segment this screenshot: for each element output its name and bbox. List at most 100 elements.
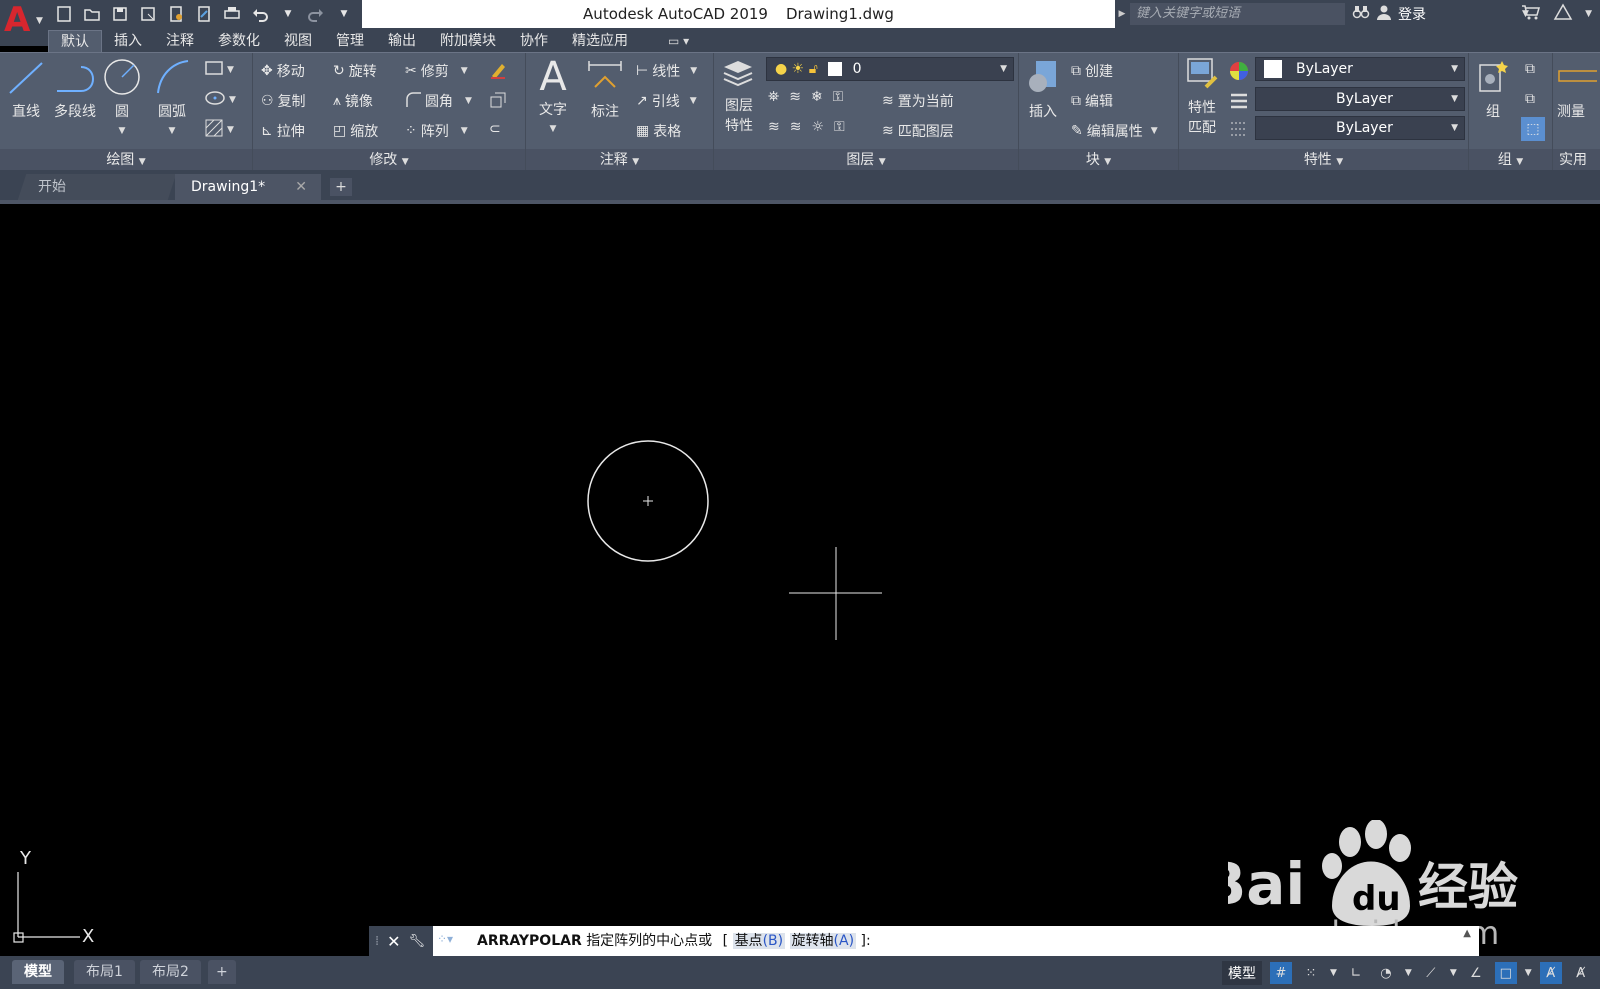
annotation-visibility-icon[interactable]: Ⱥ	[1570, 962, 1592, 984]
tab-collaborate[interactable]: 协作	[508, 30, 560, 52]
layout-tab-2[interactable]: 布局2	[140, 960, 201, 984]
search-input[interactable]: 键入关键字或短语	[1130, 3, 1345, 25]
color-wheel-icon[interactable]	[1229, 61, 1249, 81]
rectangle-dropdown-icon[interactable]: ▼	[227, 65, 234, 75]
new-tab-button[interactable]: +	[330, 178, 352, 196]
lineweight-dropdown[interactable]: ByLayer ▼	[1255, 87, 1465, 111]
grip-handle-icon[interactable]: ⁞	[375, 934, 379, 949]
undo-dropdown-icon[interactable]: ▼	[276, 3, 300, 25]
arc-dropdown-icon[interactable]: ▼	[169, 126, 176, 136]
line-button[interactable]: 直线	[4, 57, 48, 121]
customize-wrench-icon[interactable]: 🔧︎	[409, 934, 426, 949]
table-button[interactable]: ▦ 表格	[636, 121, 681, 141]
close-command-icon[interactable]: ✕	[387, 932, 400, 951]
leader-button[interactable]: ↗ 引线 ▼	[636, 91, 697, 111]
tab-manage[interactable]: 管理	[324, 30, 376, 52]
expand-search-icon[interactable]: ▶	[1115, 0, 1129, 28]
ellipse-tool[interactable]: ▼	[205, 91, 236, 109]
edit-attributes-button[interactable]: ✎ 编辑属性 ▼	[1071, 121, 1158, 141]
create-block-button[interactable]: ⧉ 创建	[1071, 61, 1113, 81]
hatch-dropdown-icon[interactable]: ▼	[227, 125, 234, 135]
polar-tracking-icon[interactable]: ◔	[1375, 962, 1397, 984]
mirror-button[interactable]: ⩚ 镜像	[333, 91, 373, 111]
isodraft-dropdown-icon[interactable]: ▼	[1450, 968, 1457, 978]
autodesk-360-icon[interactable]	[1553, 3, 1573, 25]
color-dropdown[interactable]: ByLayer ▼	[1255, 57, 1465, 81]
linetype-dropdown[interactable]: ByLayer ▼	[1255, 116, 1465, 140]
edit-attributes-dropdown-icon[interactable]: ▼	[1151, 126, 1158, 136]
rotate-button[interactable]: ↻ 旋转	[333, 61, 377, 81]
ribbon-display-toggle-icon[interactable]: ▭ ▾	[668, 30, 689, 52]
redo-icon[interactable]	[304, 3, 328, 25]
sign-in[interactable]: 登录 ▼	[1352, 0, 1529, 28]
annotation-scale-icon[interactable]: Ⱥ	[1539, 962, 1562, 984]
fillet-dropdown-icon[interactable]: ▼	[465, 96, 472, 106]
ellipse-dropdown-icon[interactable]: ▼	[229, 95, 236, 105]
plot-icon[interactable]	[220, 3, 244, 25]
layer-thaw-icon[interactable]: ☼	[811, 119, 824, 135]
leader-dropdown-icon[interactable]: ▼	[690, 96, 697, 106]
tab-view[interactable]: 视图	[272, 30, 324, 52]
array-button[interactable]: ⁘ 阵列 ▼	[405, 121, 468, 141]
new-file-icon[interactable]	[52, 3, 76, 25]
binoculars-icon[interactable]	[1352, 4, 1370, 24]
open-from-web-icon[interactable]	[164, 3, 188, 25]
application-menu-button[interactable]: A ▼	[0, 0, 48, 46]
insert-button[interactable]: 插入	[1023, 57, 1063, 121]
explode-button[interactable]	[489, 91, 507, 113]
cart-icon[interactable]	[1521, 3, 1541, 25]
help-dropdown-icon[interactable]: ▼	[1585, 9, 1592, 19]
scale-button[interactable]: ◰ 缩放	[333, 121, 378, 141]
layer-freeze-icon[interactable]: ❄	[811, 89, 823, 105]
object-snap-icon[interactable]: □	[1494, 962, 1517, 984]
snap-icon[interactable]: ⁙	[1300, 962, 1322, 984]
dimension-button[interactable]: 标注	[582, 57, 628, 121]
copy-button[interactable]: ⚇ 复制	[261, 91, 306, 111]
option-base-point[interactable]: 基点(B)	[732, 933, 786, 949]
circle-button[interactable]: 圆 ▼	[102, 57, 142, 137]
panel-title-properties[interactable]: 特性 ▼	[1179, 149, 1468, 171]
erase-button[interactable]	[489, 61, 507, 83]
panel-title-groups[interactable]: 组 ▼	[1469, 149, 1552, 171]
open-file-icon[interactable]	[80, 3, 104, 25]
panel-title-utilities[interactable]: 实用工	[1553, 149, 1600, 171]
match-properties-button[interactable]: 特性 匹配	[1181, 57, 1223, 137]
panel-title-layers[interactable]: 图层 ▼	[714, 149, 1018, 171]
option-axis-of-rotation[interactable]: 旋转轴(A)	[789, 933, 857, 949]
save-icon[interactable]	[108, 3, 132, 25]
model-space-toggle[interactable]: 模型	[1222, 961, 1262, 985]
trim-dropdown-icon[interactable]: ▼	[461, 66, 468, 76]
fillet-button[interactable]: 圆角 ▼	[405, 91, 472, 111]
tab-insert[interactable]: 插入	[102, 30, 154, 52]
panel-title-annotation[interactable]: 注释 ▼	[526, 149, 713, 171]
tab-addins[interactable]: 附加模块	[428, 30, 508, 52]
isodraft-icon[interactable]: ⟋	[1420, 962, 1442, 984]
linear-button[interactable]: ⊢ 线性 ▼	[636, 61, 697, 81]
measure-button[interactable]: 测量	[1557, 57, 1600, 121]
layer-on-icon[interactable]: ≋	[768, 119, 780, 135]
make-current-button[interactable]: ≋ 置为当前	[882, 91, 954, 111]
tab-start[interactable]: 开始	[17, 174, 177, 200]
ungroup-icon[interactable]: ⧉	[1525, 61, 1535, 77]
hatch-tool[interactable]: ▼	[205, 119, 234, 141]
close-tab-icon[interactable]: ✕	[295, 174, 307, 200]
rectangle-tool[interactable]: ▼	[205, 61, 234, 79]
text-dropdown-icon[interactable]: ▼	[550, 124, 557, 134]
undo-icon[interactable]	[248, 3, 272, 25]
layer-isolate-icon[interactable]: ≋	[789, 89, 801, 105]
layer-properties-button[interactable]: 图层 特性	[718, 55, 760, 135]
layout-tab-model[interactable]: 模型	[12, 960, 64, 984]
panel-title-draw[interactable]: 绘图 ▼	[0, 149, 252, 171]
stretch-button[interactable]: ⊾ 拉伸	[261, 121, 305, 141]
panel-title-modify[interactable]: 修改 ▼	[253, 149, 525, 171]
trim-button[interactable]: ✂ 修剪 ▼	[405, 61, 468, 81]
circle-dropdown-icon[interactable]: ▼	[119, 126, 126, 136]
ortho-icon[interactable]: ∟	[1345, 962, 1367, 984]
tab-output[interactable]: 输出	[376, 30, 428, 52]
polyline-button[interactable]: 多段线	[50, 57, 100, 121]
command-line[interactable]: ⁞ ✕ 🔧︎ ⁘▾ ARRAYPOLAR 指定阵列的中心点或 [ 基点(B) 旋…	[369, 926, 1479, 956]
redo-dropdown-icon[interactable]: ▼	[332, 3, 356, 25]
move-button[interactable]: ✥ 移动	[261, 61, 305, 81]
tab-drawing1[interactable]: Drawing1* ✕	[175, 174, 321, 200]
array-dropdown-icon[interactable]: ▼	[461, 126, 468, 136]
